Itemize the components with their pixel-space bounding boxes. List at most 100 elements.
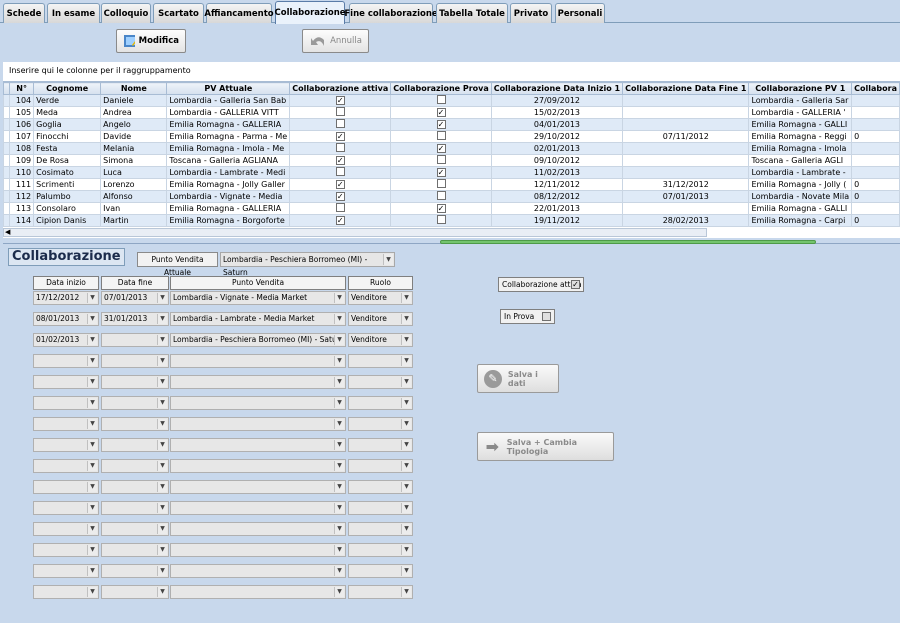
chevron-down-icon[interactable]: ▼ <box>401 293 411 303</box>
entry-ruolo-select[interactable]: ▼ <box>348 501 413 515</box>
entry-fine-select[interactable]: ▼ <box>101 354 169 368</box>
chevron-down-icon[interactable]: ▼ <box>157 503 167 513</box>
chevron-down-icon[interactable]: ▼ <box>401 335 411 345</box>
entry-pv-select[interactable]: Lombardia - Vignate - Media Market ▼ <box>170 291 346 305</box>
entry-ruolo-select[interactable]: ▼ <box>348 564 413 578</box>
cell-nome[interactable]: Martin <box>100 214 168 227</box>
chevron-down-icon[interactable]: ▼ <box>334 503 344 513</box>
cell-x[interactable]: 0 <box>851 130 900 143</box>
chevron-down-icon[interactable]: ▼ <box>401 503 411 513</box>
cell-pv1[interactable]: Emilia Romagna - Reggi <box>748 130 853 143</box>
chevron-down-icon[interactable]: ▼ <box>334 398 344 408</box>
chevron-down-icon[interactable]: ▼ <box>157 587 167 597</box>
chevron-down-icon[interactable]: ▼ <box>87 461 97 471</box>
cell-inizio[interactable]: 12/11/2012 <box>490 178 624 191</box>
checked-icon[interactable]: ✓ <box>335 216 345 225</box>
column-header[interactable]: Collaborazione Prova <box>390 82 492 95</box>
chevron-down-icon[interactable]: ▼ <box>87 566 97 576</box>
entry-ruolo-select[interactable]: ▼ <box>348 396 413 410</box>
entry-fine-select[interactable]: ▼ <box>101 438 169 452</box>
chevron-down-icon[interactable]: ▼ <box>87 503 97 513</box>
table-row[interactable]: 105 Meda Andrea Lombardia - GALLERIA VITT ✓ 1… <box>3 106 900 119</box>
chevron-down-icon[interactable]: ▼ <box>87 335 97 345</box>
pv-attuale-select[interactable]: Lombardia - Peschiera Borromeo (MI) - Sa… <box>220 252 395 277</box>
collab-prova-cell[interactable]: ✓ <box>390 106 492 119</box>
cell-nome[interactable]: Lorenzo <box>100 178 168 191</box>
collab-prova-cell[interactable]: ✓ <box>390 202 492 215</box>
chevron-down-icon[interactable]: ▼ <box>401 314 411 324</box>
chevron-down-icon[interactable]: ▼ <box>334 377 344 387</box>
cell-n[interactable]: 112 <box>9 190 35 203</box>
cell-n[interactable]: 109 <box>9 154 35 167</box>
chevron-down-icon[interactable]: ▼ <box>334 545 344 555</box>
cell-cognome[interactable]: Cipion Danis <box>33 214 102 227</box>
entry-inizio-select[interactable]: ▼ <box>33 564 99 578</box>
cell-cognome[interactable]: Meda <box>33 106 102 119</box>
cell-inizio[interactable]: 04/01/2013 <box>490 118 624 131</box>
tab-schede[interactable]: Schede <box>3 3 45 23</box>
checked-icon[interactable]: ✓ <box>335 96 345 105</box>
chevron-down-icon[interactable]: ▼ <box>157 545 167 555</box>
entry-fine-select[interactable]: ▼ <box>101 417 169 431</box>
chevron-down-icon[interactable]: ▼ <box>157 293 167 303</box>
column-header[interactable]: Collaborazione Data Inizio 1 <box>490 82 624 95</box>
table-row[interactable]: 107 Finocchi Davide Emilia Romagna - Parma … <box>3 130 900 143</box>
chevron-down-icon[interactable]: ▼ <box>401 356 411 366</box>
cell-n[interactable]: 105 <box>9 106 35 119</box>
cell-nome[interactable]: Luca <box>100 166 168 179</box>
unchecked-icon[interactable] <box>335 203 345 212</box>
cell-nome[interactable]: Andrea <box>100 106 168 119</box>
collab-attiva-cell[interactable] <box>289 106 392 119</box>
tab-in-esame[interactable]: In esame <box>47 3 100 23</box>
collab-attiva-cell[interactable]: ✓ <box>289 94 392 107</box>
chevron-down-icon[interactable]: ▼ <box>334 524 344 534</box>
scroll-left-icon[interactable]: ◀ <box>5 228 10 236</box>
cell-pv[interactable]: Emilia Romagna - Jolly Galler <box>166 178 291 191</box>
column-header[interactable]: Nome <box>100 82 168 95</box>
chevron-down-icon[interactable]: ▼ <box>401 545 411 555</box>
cell-cognome[interactable]: Goglia <box>33 118 102 131</box>
tab-collaborazione[interactable]: Collaborazione <box>275 1 346 24</box>
unchecked-icon[interactable] <box>335 107 345 116</box>
cell-pv[interactable]: Lombardia - Vignate - Media <box>166 190 291 203</box>
chevron-down-icon[interactable]: ▼ <box>383 254 393 265</box>
tab-privato[interactable]: Privato <box>510 3 552 23</box>
cell-pv[interactable]: Emilia Romagna - GALLERIA <box>166 118 291 131</box>
chevron-down-icon[interactable]: ▼ <box>401 419 411 429</box>
chevron-down-icon[interactable]: ▼ <box>157 314 167 324</box>
chevron-down-icon[interactable]: ▼ <box>334 482 344 492</box>
chevron-down-icon[interactable]: ▼ <box>401 566 411 576</box>
table-row[interactable]: 106 Goglia Angelo Emilia Romagna - GALLERIA… <box>3 118 900 131</box>
unchecked-icon[interactable] <box>436 95 446 104</box>
cell-nome[interactable]: Simona <box>100 154 168 167</box>
chevron-down-icon[interactable]: ▼ <box>334 293 344 303</box>
cell-pv[interactable]: Emilia Romagna - Imola - Me <box>166 142 291 155</box>
cell-x[interactable]: 0 <box>851 190 900 203</box>
collab-attiva-checkbox[interactable]: Collaborazione attiva ✓ <box>498 277 584 292</box>
cell-x[interactable] <box>851 166 900 179</box>
chevron-down-icon[interactable]: ▼ <box>334 419 344 429</box>
chevron-down-icon[interactable]: ▼ <box>87 419 97 429</box>
cell-pv1[interactable]: Lombardia - GALLERIA ' <box>748 106 853 119</box>
check-icon[interactable]: ✓ <box>571 280 580 289</box>
entry-fine-select[interactable]: 31/01/2013 ▼ <box>101 312 169 326</box>
entry-inizio-select[interactable]: ▼ <box>33 585 99 599</box>
chevron-down-icon[interactable]: ▼ <box>157 440 167 450</box>
chevron-down-icon[interactable]: ▼ <box>157 461 167 471</box>
entry-fine-select[interactable]: ▼ <box>101 501 169 515</box>
entry-inizio-select[interactable]: ▼ <box>33 543 99 557</box>
cell-pv[interactable]: Emilia Romagna - Borgoforte <box>166 214 291 227</box>
entry-inizio-select[interactable]: ▼ <box>33 417 99 431</box>
entry-inizio-select[interactable]: ▼ <box>33 501 99 515</box>
entry-inizio-select[interactable]: 17/12/2012 ▼ <box>33 291 99 305</box>
salva-button[interactable]: ✎ Salva i dati <box>477 364 559 393</box>
unchecked-icon[interactable] <box>436 215 446 224</box>
tab-tabella-totale[interactable]: Tabella Totale <box>436 3 508 23</box>
chevron-down-icon[interactable]: ▼ <box>334 587 344 597</box>
cell-nome[interactable]: Alfonso <box>100 190 168 203</box>
column-header[interactable]: PV Attuale <box>166 82 291 95</box>
entry-pv-select[interactable]: ▼ <box>170 396 346 410</box>
cell-pv1[interactable]: Emilia Romagna - Imola <box>748 142 853 155</box>
group-by-area[interactable]: Inserire qui le colonne per il raggruppa… <box>3 62 900 81</box>
entry-fine-select[interactable]: ▼ <box>101 375 169 389</box>
